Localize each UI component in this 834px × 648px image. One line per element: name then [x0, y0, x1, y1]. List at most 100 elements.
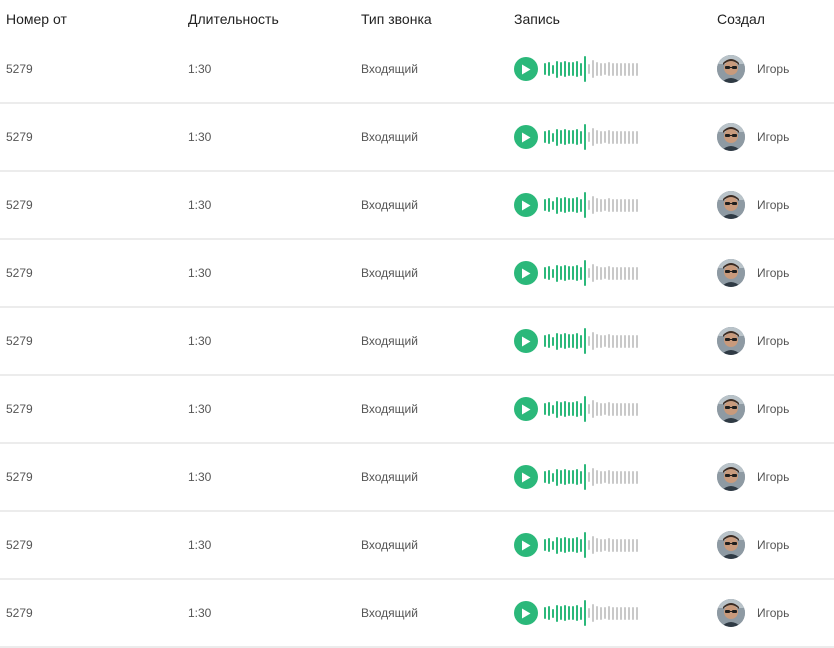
- play-button[interactable]: [514, 57, 538, 81]
- play-button[interactable]: [514, 465, 538, 489]
- waveform-bar: [616, 470, 618, 484]
- cell-call-type: Входящий: [361, 172, 418, 238]
- waveform-bar: [568, 266, 570, 280]
- audio-waveform[interactable]: [544, 394, 640, 424]
- waveform-bar: [608, 334, 610, 348]
- avatar[interactable]: [717, 463, 745, 491]
- table-row[interactable]: 5279 1:30 Входящий Игорь: [0, 36, 834, 104]
- waveform-bar: [620, 198, 622, 212]
- avatar[interactable]: [717, 327, 745, 355]
- user-avatar-icon: [717, 395, 745, 423]
- waveform-bar: [576, 469, 578, 485]
- phone-number: 5279: [6, 538, 33, 552]
- waveform-bar: [560, 606, 562, 620]
- audio-waveform[interactable]: [544, 190, 640, 220]
- waveform-bar: [560, 538, 562, 552]
- avatar[interactable]: [717, 531, 745, 559]
- waveform-bar: [560, 198, 562, 212]
- table-row[interactable]: 5279 1:30 Входящий Игорь: [0, 444, 834, 512]
- waveform-bar: [612, 266, 614, 280]
- column-header-duration[interactable]: Длительность: [188, 11, 279, 27]
- creator-name: Игорь: [757, 266, 790, 280]
- calls-table: Номер от Длительность Тип звонка Запись …: [0, 0, 834, 648]
- play-button[interactable]: [514, 193, 538, 217]
- waveform-bar: [604, 63, 606, 75]
- cell-number: 5279: [6, 580, 33, 646]
- waveform-bar: [588, 472, 590, 482]
- column-header-number[interactable]: Номер от: [6, 11, 67, 27]
- waveform-bar: [592, 332, 594, 350]
- cell-creator: Игорь: [717, 240, 789, 306]
- play-button[interactable]: [514, 397, 538, 421]
- waveform-bar: [580, 470, 582, 484]
- audio-waveform[interactable]: [544, 122, 640, 152]
- waveform-bar: [552, 132, 554, 142]
- play-button[interactable]: [514, 329, 538, 353]
- audio-waveform[interactable]: [544, 54, 640, 84]
- avatar[interactable]: [717, 259, 745, 287]
- waveform-bar: [632, 130, 634, 144]
- waveform-bar: [600, 266, 602, 280]
- waveform-bar: [604, 199, 606, 211]
- column-header-record[interactable]: Запись: [514, 11, 560, 27]
- waveform-bar: [600, 402, 602, 416]
- table-row[interactable]: 5279 1:30 Входящий Игорь: [0, 172, 834, 240]
- table-row[interactable]: 5279 1:30 Входящий Игорь: [0, 104, 834, 172]
- cell-duration: 1:30: [188, 172, 211, 238]
- waveform-bar: [616, 538, 618, 552]
- avatar[interactable]: [717, 395, 745, 423]
- waveform-bar: [596, 402, 598, 416]
- play-icon: [522, 64, 531, 74]
- waveform-bar: [556, 468, 558, 486]
- audio-waveform[interactable]: [544, 530, 640, 560]
- creator-name: Игорь: [757, 402, 790, 416]
- audio-waveform[interactable]: [544, 258, 640, 288]
- waveform-bar: [624, 470, 626, 484]
- waveform-bar: [544, 63, 546, 75]
- waveform-bar: [616, 62, 618, 76]
- user-avatar-icon: [717, 531, 745, 559]
- user-avatar-icon: [717, 191, 745, 219]
- play-button[interactable]: [514, 125, 538, 149]
- avatar[interactable]: [717, 599, 745, 627]
- audio-waveform[interactable]: [544, 462, 640, 492]
- audio-waveform[interactable]: [544, 598, 640, 628]
- avatar[interactable]: [717, 191, 745, 219]
- creator-name: Игорь: [757, 606, 790, 620]
- table-row[interactable]: 5279 1:30 Входящий Игорь: [0, 240, 834, 308]
- play-icon: [522, 472, 531, 482]
- table-row[interactable]: 5279 1:30 Входящий Игорь: [0, 376, 834, 444]
- waveform-bar: [548, 198, 550, 212]
- waveform-bar: [632, 198, 634, 212]
- cell-call-type: Входящий: [361, 444, 418, 510]
- call-type: Входящий: [361, 130, 418, 144]
- table-row[interactable]: 5279 1:30 Входящий Игорь: [0, 580, 834, 648]
- waveform-bar: [596, 470, 598, 484]
- waveform-bar: [584, 328, 586, 354]
- cell-creator: Игорь: [717, 512, 789, 578]
- play-button[interactable]: [514, 533, 538, 557]
- cell-call-type: Входящий: [361, 376, 418, 442]
- waveform-bar: [628, 62, 630, 76]
- audio-waveform[interactable]: [544, 326, 640, 356]
- waveform-bar: [608, 402, 610, 416]
- table-row[interactable]: 5279 1:30 Входящий Игорь: [0, 512, 834, 580]
- table-row[interactable]: 5279 1:30 Входящий Игорь: [0, 308, 834, 376]
- creator-name: Игорь: [757, 198, 790, 212]
- waveform-bar: [576, 129, 578, 145]
- waveform-bar: [636, 606, 638, 620]
- waveform-bar: [628, 130, 630, 144]
- play-button[interactable]: [514, 261, 538, 285]
- column-header-call-type[interactable]: Тип звонка: [361, 11, 432, 27]
- play-button[interactable]: [514, 601, 538, 625]
- waveform-bar: [612, 62, 614, 76]
- waveform-bar: [592, 128, 594, 146]
- avatar[interactable]: [717, 123, 745, 151]
- waveform-bar: [544, 131, 546, 143]
- waveform-bar: [568, 62, 570, 76]
- waveform-bar: [636, 334, 638, 348]
- call-type: Входящий: [361, 198, 418, 212]
- avatar[interactable]: [717, 55, 745, 83]
- waveform-bar: [612, 402, 614, 416]
- column-header-creator[interactable]: Создал: [717, 11, 765, 27]
